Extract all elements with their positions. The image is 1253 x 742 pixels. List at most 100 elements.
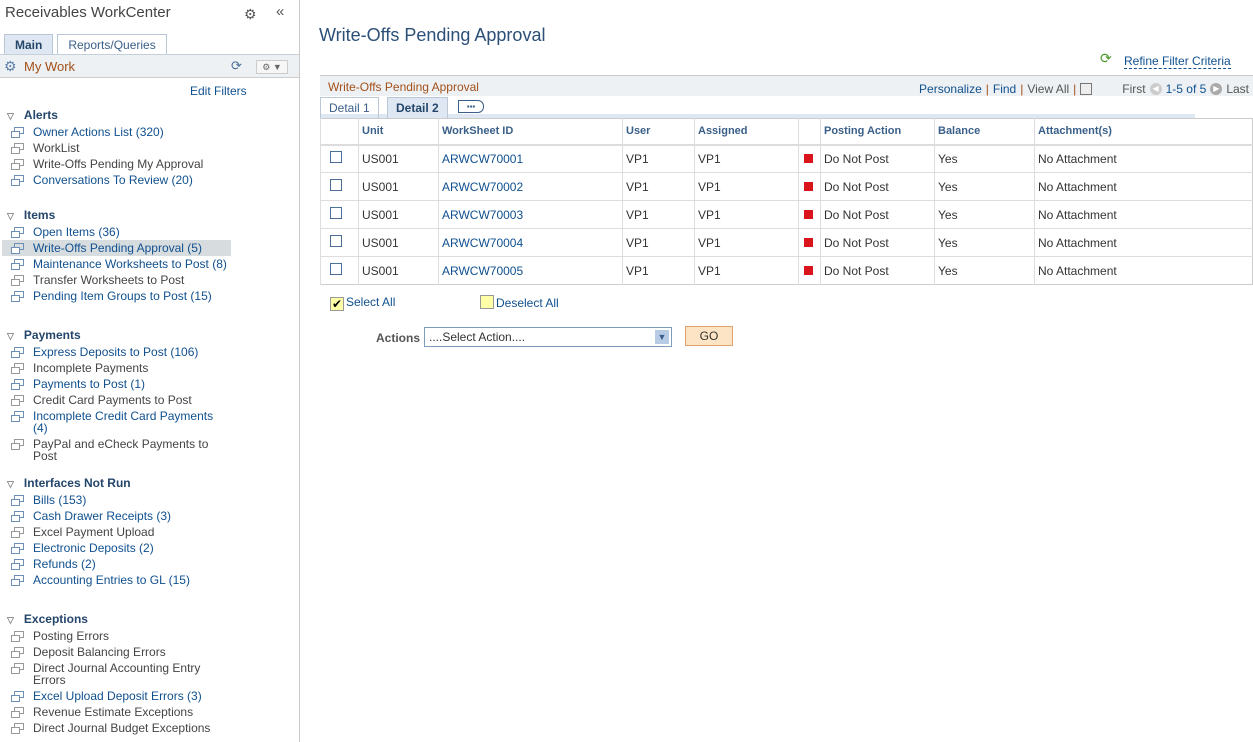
sidebar-item-label[interactable]: Conversations To Review (20) [33, 173, 193, 187]
collapse-triangle-icon[interactable]: ▽ [7, 331, 14, 341]
sidebar-item[interactable]: Accounting Entries to GL (15) [2, 572, 231, 588]
sidebar-item-label[interactable]: Pending Item Groups to Post (15) [33, 289, 212, 303]
attachment-cell: No Attachment [1035, 257, 1253, 285]
sidebar-item[interactable]: Electronic Deposits (2) [2, 540, 231, 556]
posting-action-cell: Do Not Post [821, 173, 935, 201]
download-icon[interactable] [1080, 83, 1092, 95]
edit-filters-link[interactable]: Edit Filters [190, 84, 247, 98]
sidebar-item[interactable]: Open Items (36) [2, 224, 231, 240]
refresh-icon[interactable]: ⟳ [231, 58, 242, 74]
sidebar-item-label[interactable]: Refunds (2) [33, 557, 96, 571]
sidebar-item-label[interactable]: Incomplete Credit Card Payments (4) [33, 409, 213, 435]
next-icon[interactable]: ▶ [1210, 83, 1222, 95]
user-cell: VP1 [623, 257, 695, 285]
sidebar-item[interactable]: Refunds (2) [2, 556, 231, 572]
sidebar-item[interactable]: Excel Upload Deposit Errors (3) [2, 688, 231, 704]
column-header[interactable]: Attachment(s) [1035, 119, 1253, 145]
sidebar-item[interactable]: Owner Actions List (320) [2, 124, 231, 140]
worklist-icon [11, 291, 23, 301]
pagelet-options-dropdown[interactable]: ⚙ ▼ [256, 60, 288, 74]
column-header[interactable]: Unit [359, 119, 439, 145]
worklist-icon [11, 663, 23, 673]
select-all-link[interactable]: Select All [346, 295, 395, 309]
collapse-triangle-icon[interactable]: ▽ [7, 111, 14, 121]
column-header[interactable]: Posting Action [821, 119, 935, 145]
sidebar-item-label[interactable]: Accounting Entries to GL (15) [33, 573, 190, 587]
sidebar-item-label[interactable]: Express Deposits to Post (106) [33, 345, 198, 359]
show-all-columns-icon[interactable]: ▪▪▪ [458, 100, 484, 113]
sidebar-item-label[interactable]: Owner Actions List (320) [33, 125, 164, 139]
column-header[interactable]: WorkSheet ID [439, 119, 623, 145]
go-button[interactable]: GO [685, 326, 733, 346]
column-header[interactable]: Balance [935, 119, 1035, 145]
sidebar-item: PayPal and eCheck Payments to Post [2, 436, 231, 464]
sidebar-item-label[interactable]: Write-Offs Pending Approval (5) [33, 241, 202, 255]
personalize-link[interactable]: Personalize [919, 82, 982, 96]
sidebar-item[interactable]: Write-Offs Pending Approval (5) [2, 240, 231, 256]
chevron-down-icon: ▼ [655, 330, 669, 344]
worksheet-id-link[interactable]: ARWCW70004 [442, 236, 523, 250]
sidebar-item[interactable]: Express Deposits to Post (106) [2, 344, 231, 360]
sidebar-item-label: Write-Offs Pending My Approval [33, 157, 203, 171]
worksheet-table: UnitWorkSheet IDUserAssigned Posting Acti… [320, 118, 1253, 285]
view-all-link[interactable]: View All [1027, 82, 1069, 96]
sidebar-item[interactable]: Conversations To Review (20) [2, 172, 231, 188]
section-header[interactable]: ▽Payments [0, 326, 299, 344]
sidebar-item[interactable]: Pending Item Groups to Post (15) [2, 288, 231, 304]
collapse-triangle-icon[interactable]: ▽ [7, 615, 14, 625]
tab-detail-2[interactable]: Detail 2 [387, 97, 448, 118]
section-header[interactable]: ▽Alerts [0, 106, 299, 124]
sidebar-item[interactable]: Cash Drawer Receipts (3) [2, 508, 231, 524]
row-checkbox[interactable] [330, 179, 342, 191]
section-header[interactable]: ▽Exceptions [0, 610, 299, 628]
sidebar-item-label: Excel Payment Upload [33, 525, 154, 539]
row-checkbox[interactable] [330, 263, 342, 275]
user-cell: VP1 [623, 201, 695, 229]
sidebar-item-label[interactable]: Cash Drawer Receipts (3) [33, 509, 171, 523]
worksheet-id-link[interactable]: ARWCW70003 [442, 208, 523, 222]
previous-icon[interactable]: ◀ [1150, 83, 1162, 95]
tab-reports-queries[interactable]: Reports/Queries [57, 34, 166, 54]
sidebar-item-label[interactable]: Excel Upload Deposit Errors (3) [33, 689, 202, 703]
find-link[interactable]: Find [993, 82, 1016, 96]
worklist-icon [11, 159, 23, 169]
worksheet-id-link[interactable]: ARWCW70002 [442, 180, 523, 194]
column-header[interactable]: User [623, 119, 695, 145]
tab-detail-1[interactable]: Detail 1 [320, 97, 379, 118]
column-header[interactable] [799, 119, 821, 145]
table-row: US001ARWCW70001VP1VP1Do Not PostYesNo At… [321, 145, 1253, 173]
worksheet-id-link[interactable]: ARWCW70005 [442, 264, 523, 278]
worklist-icon [11, 439, 23, 449]
worklist-icon [11, 347, 23, 357]
row-checkbox[interactable] [330, 151, 342, 163]
gear-icon[interactable]: ⚙ [244, 6, 257, 23]
row-checkbox[interactable] [330, 207, 342, 219]
sidebar-item-label[interactable]: Bills (153) [33, 493, 86, 507]
actions-select[interactable]: ....Select Action....▼ [424, 327, 672, 347]
column-header[interactable]: Assigned [695, 119, 799, 145]
sidebar-item[interactable]: Bills (153) [2, 492, 231, 508]
refine-filter-link[interactable]: Refine Filter Criteria [1124, 54, 1231, 69]
section-header[interactable]: ▽Interfaces Not Run [0, 474, 299, 492]
sidebar-item-label[interactable]: Open Items (36) [33, 225, 120, 239]
sidebar-item[interactable]: Incomplete Credit Card Payments (4) [2, 408, 231, 436]
refresh-icon[interactable]: ⟳ [1100, 50, 1112, 67]
sidebar-item-label[interactable]: Payments to Post (1) [33, 377, 145, 391]
assigned-cell: VP1 [695, 173, 799, 201]
tab-main[interactable]: Main [4, 34, 53, 54]
deselect-all[interactable]: Deselect All [480, 295, 559, 310]
empty-checkbox-icon [480, 295, 494, 309]
collapse-triangle-icon[interactable]: ▽ [7, 211, 14, 221]
collapse-icon[interactable]: « [276, 3, 284, 20]
deselect-all-link[interactable]: Deselect All [496, 296, 559, 310]
worksheet-id-link[interactable]: ARWCW70001 [442, 152, 523, 166]
sidebar-item[interactable]: Maintenance Worksheets to Post (8) [2, 256, 231, 272]
sidebar-item[interactable]: Payments to Post (1) [2, 376, 231, 392]
select-all[interactable]: ✔Select All [330, 295, 395, 311]
sidebar-item-label[interactable]: Maintenance Worksheets to Post (8) [33, 257, 227, 271]
sidebar-item-label: Deposit Balancing Errors [33, 645, 166, 659]
sidebar-item-label[interactable]: Electronic Deposits (2) [33, 541, 154, 555]
row-checkbox[interactable] [330, 235, 342, 247]
collapse-triangle-icon[interactable]: ▽ [7, 479, 14, 489]
section-header[interactable]: ▽Items [0, 206, 299, 224]
